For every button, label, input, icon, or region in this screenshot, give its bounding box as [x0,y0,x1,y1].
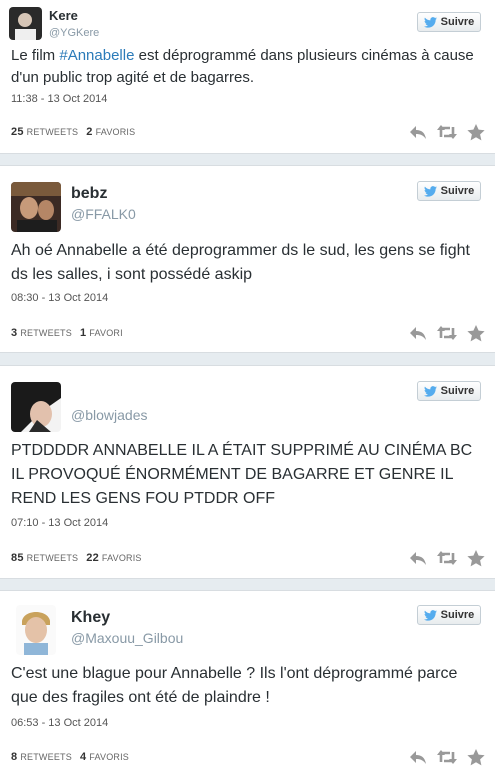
follow-label: Suivre [440,185,475,197]
avatar[interactable] [16,605,56,655]
tweet-actions [409,749,485,765]
tweet-card: bebz @FFALK0 Suivre Ah oé Annabelle a ét… [0,165,495,353]
favorite-count[interactable]: 1 [80,327,86,339]
reply-icon[interactable] [409,124,427,140]
tweet-card: @blowjades Suivre PTDDDDR ANNABELLE IL A… [0,365,495,579]
reply-icon[interactable] [409,749,427,765]
tweet-actions [409,550,485,566]
retweet-count-label: RETWEETS [20,328,72,338]
retweet-icon[interactable] [437,550,457,566]
user-name[interactable]: Kere [49,8,78,23]
follow-button[interactable]: Suivre [417,605,481,625]
favorite-count-label: FAVORIS [89,752,130,762]
favorite-star-icon[interactable] [467,325,485,341]
follow-label: Suivre [440,609,475,621]
tweet-stats: 8 RETWEETS 4 FAVORIS [11,751,129,763]
tweet-card: Khey @Maxouu_Gilbou Suivre C'est une bla… [0,590,495,774]
retweet-icon[interactable] [437,124,457,140]
tweet-text: Ah oé Annabelle a été deprogrammer ds le… [11,242,470,283]
retweet-icon[interactable] [437,325,457,341]
user-handle[interactable]: @YGKere [49,27,99,39]
favorite-count[interactable]: 2 [86,126,92,138]
reply-icon[interactable] [409,550,427,566]
favorite-count[interactable]: 4 [80,751,86,763]
follow-button[interactable]: Suivre [417,381,481,401]
tweet-stats: 25 RETWEETS 2 FAVORIS [11,126,135,138]
twitter-bird-icon [424,17,437,28]
user-handle[interactable]: @Maxouu_Gilbou [71,630,183,646]
favorite-count-label: FAVORI [89,328,123,338]
tweet-stats: 3 RETWEETS 1 FAVORI [11,327,123,339]
favorite-star-icon[interactable] [467,550,485,566]
hashtag-link[interactable]: #Annabelle [59,47,134,64]
retweet-icon[interactable] [437,749,457,765]
favorite-count-label: FAVORIS [101,553,142,563]
follow-button[interactable]: Suivre [417,12,481,32]
user-name[interactable]: bebz [71,185,107,203]
twitter-bird-icon [424,610,437,621]
retweet-count[interactable]: 25 [11,126,24,138]
user-handle[interactable]: @blowjades [71,407,147,423]
retweet-count-label: RETWEETS [20,752,72,762]
tweet-text: PTDDDDR ANNABELLE IL A ÉTAIT SUPPRIMÉ AU… [11,442,473,507]
timestamp[interactable]: 08:30 - 13 Oct 2014 [11,292,108,304]
tweet-text: C'est une blague pour Annabelle ? Ils l'… [11,665,458,706]
tweet-text: Le film #Annabelle est déprogrammé dans … [11,45,481,89]
retweet-count-label: RETWEETS [26,127,79,137]
timestamp[interactable]: 07:10 - 13 Oct 2014 [11,517,108,529]
retweet-count[interactable]: 85 [11,552,24,564]
user-name[interactable]: Khey [71,609,110,627]
twitter-bird-icon [424,386,437,397]
timestamp[interactable]: 06:53 - 13 Oct 2014 [11,717,108,729]
twitter-bird-icon [424,186,437,197]
user-handle[interactable]: @FFALK0 [71,206,136,222]
timestamp[interactable]: 11:38 - 13 Oct 2014 [11,93,107,105]
tweet-text-start: Le film [11,47,60,64]
retweet-count[interactable]: 3 [11,327,17,339]
tweet-card: Kere @YGKere Suivre Le film #Annabelle e… [0,0,495,154]
avatar[interactable] [11,382,61,432]
retweet-count[interactable]: 8 [11,751,17,763]
tweet-stats: 85 RETWEETS 22 FAVORIS [11,552,142,564]
avatar[interactable] [9,7,42,40]
tweet-actions [409,325,485,341]
follow-label: Suivre [440,16,475,28]
follow-label: Suivre [440,385,475,397]
favorite-star-icon[interactable] [467,124,485,140]
retweet-count-label: RETWEETS [26,553,79,563]
favorite-star-icon[interactable] [467,749,485,765]
tweet-actions [409,124,485,140]
follow-button[interactable]: Suivre [417,181,481,201]
reply-icon[interactable] [409,325,427,341]
favorite-count-label: FAVORIS [95,127,136,137]
favorite-count[interactable]: 22 [86,552,99,564]
avatar[interactable] [11,182,61,232]
